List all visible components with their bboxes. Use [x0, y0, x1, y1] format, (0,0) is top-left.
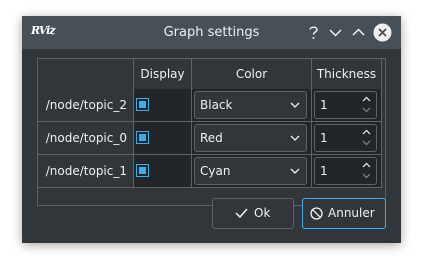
ok-button[interactable]: Ok: [212, 198, 294, 229]
cancel-label: Annuler: [328, 206, 375, 220]
thickness-cell: 1: [312, 122, 382, 155]
help-button[interactable]: [304, 23, 323, 42]
help-icon: [309, 26, 318, 39]
display-cell: [134, 89, 192, 122]
color-dropdown-value: Red: [200, 131, 223, 145]
minimize-button[interactable]: [326, 23, 345, 42]
chevron-down-icon: [290, 102, 300, 108]
checkmark-icon: [235, 208, 248, 219]
row-header-topic[interactable]: /node/topic_2: [38, 89, 134, 122]
titlebar: RViz Graph settings: [22, 16, 401, 49]
thickness-cell: 1: [312, 155, 382, 188]
spin-down-icon[interactable]: [362, 107, 371, 113]
color-dropdown[interactable]: Red: [194, 124, 307, 152]
graph-settings-dialog: RViz Graph settings Display Color Thickn…: [22, 16, 401, 243]
thickness-value: 1: [320, 131, 328, 145]
thickness-value: 1: [320, 98, 328, 112]
color-cell: Black: [192, 89, 312, 122]
close-button[interactable]: [373, 23, 392, 42]
checkbox-checked-mark: [139, 134, 146, 141]
color-dropdown[interactable]: Black: [194, 91, 307, 119]
spin-up-icon[interactable]: [362, 129, 371, 135]
settings-table: Display Color Thickness /node/topic_2 Bl…: [37, 58, 386, 206]
color-cell: Cyan: [192, 155, 312, 188]
corner-header: [38, 59, 134, 89]
display-checkbox[interactable]: [136, 164, 149, 177]
row-header-topic[interactable]: /node/topic_0: [38, 122, 134, 155]
thickness-spinbox[interactable]: 1: [314, 91, 377, 119]
spin-up-icon[interactable]: [362, 96, 371, 102]
chevron-up-icon: [352, 28, 365, 36]
close-icon: [373, 23, 392, 42]
display-checkbox[interactable]: [136, 98, 149, 111]
row-header-topic[interactable]: /node/topic_1: [38, 155, 134, 188]
spin-down-icon[interactable]: [362, 140, 371, 146]
thickness-value: 1: [320, 164, 328, 178]
header-display[interactable]: Display: [134, 59, 192, 89]
display-cell: [134, 155, 192, 188]
chevron-down-icon: [290, 135, 300, 141]
color-cell: Red: [192, 122, 312, 155]
color-dropdown[interactable]: Cyan: [194, 157, 307, 185]
color-dropdown-value: Black: [200, 98, 233, 112]
thickness-spinbox[interactable]: 1: [314, 157, 377, 185]
chevron-down-icon: [329, 29, 342, 37]
spin-up-icon[interactable]: [362, 162, 371, 168]
chevron-down-icon: [290, 168, 300, 174]
cancel-button[interactable]: Annuler: [302, 198, 386, 229]
color-dropdown-value: Cyan: [200, 164, 231, 178]
checkbox-checked-mark: [139, 167, 146, 174]
cancel-icon: [310, 207, 323, 220]
table-scroll-edge: [382, 59, 385, 205]
spin-down-icon[interactable]: [362, 173, 371, 179]
thickness-cell: 1: [312, 89, 382, 122]
display-cell: [134, 122, 192, 155]
thickness-spinbox[interactable]: 1: [314, 124, 377, 152]
checkbox-checked-mark: [139, 101, 146, 108]
ok-label: Ok: [254, 206, 271, 220]
maximize-button[interactable]: [349, 23, 368, 42]
header-color[interactable]: Color: [192, 59, 312, 89]
header-thickness[interactable]: Thickness: [312, 59, 382, 89]
display-checkbox[interactable]: [136, 131, 149, 144]
